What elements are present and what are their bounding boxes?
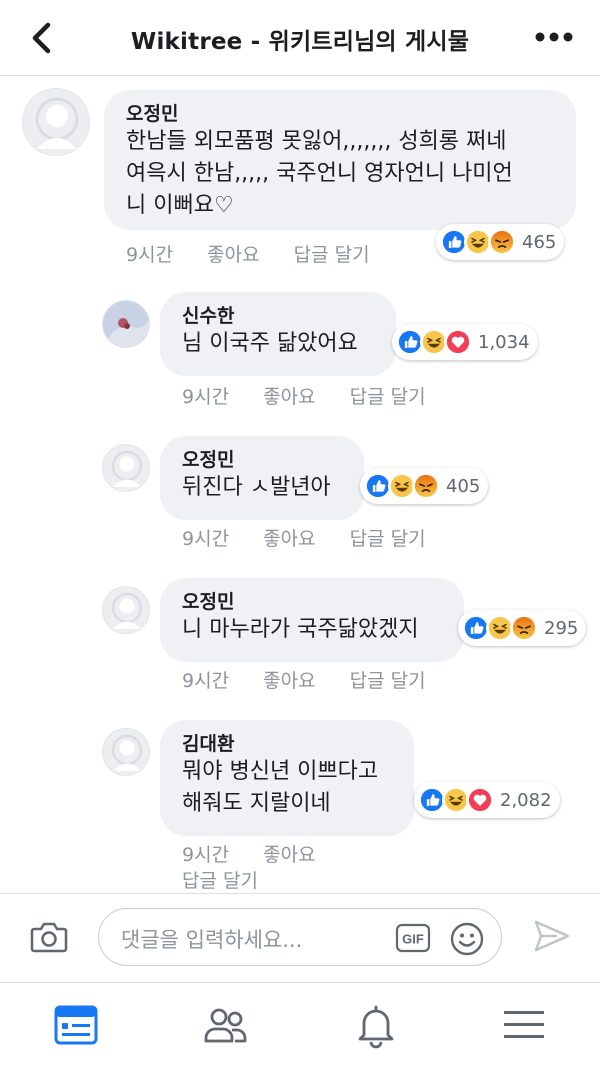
- emoji-button[interactable]: [449, 921, 485, 957]
- reply-link[interactable]: 답글 달기: [182, 866, 258, 893]
- tab-notifications[interactable]: [352, 1001, 400, 1049]
- comment-actions: 9시간 좋아요: [182, 840, 344, 867]
- reaction-summary[interactable]: 2,082: [414, 782, 560, 818]
- comment-author[interactable]: 김대환: [182, 732, 394, 756]
- default-avatar-icon: [103, 729, 149, 775]
- tab-news-feed[interactable]: [52, 1001, 100, 1049]
- gif-button[interactable]: GIF: [395, 923, 431, 953]
- send-icon: [534, 920, 570, 952]
- bottom-tab-bar: [0, 982, 600, 1065]
- reply-comment: 김대환 뭐야 병신년 이쁘다고 해줘도 지랄이네 9시간 좋아요 답글 달기 2…: [0, 0, 600, 892]
- gif-label: GIF: [402, 932, 424, 947]
- tab-menu[interactable]: [500, 1001, 548, 1049]
- tab-friends[interactable]: [202, 1001, 250, 1049]
- smiley-icon: [450, 922, 484, 956]
- gif-icon: GIF: [395, 923, 431, 953]
- comment-composer: 댓글을 입력하세요... GIF: [0, 893, 600, 981]
- send-button[interactable]: [532, 916, 572, 956]
- reaction-count: 2,082: [500, 789, 552, 811]
- avatar[interactable]: [102, 728, 150, 776]
- news-feed-icon: [54, 1005, 98, 1045]
- camera-button[interactable]: [30, 920, 68, 954]
- comment-input[interactable]: 댓글을 입력하세요... GIF: [98, 908, 502, 966]
- love-reaction-icon: [466, 786, 494, 814]
- notifications-icon: [358, 1005, 394, 1049]
- friends-icon: [204, 1008, 247, 1043]
- comment-input-placeholder: 댓글을 입력하세요...: [121, 928, 303, 952]
- menu-icon: [504, 1011, 544, 1038]
- comment-time: 9시간: [182, 844, 230, 866]
- comment-actions-wrap: 답글 달기: [182, 866, 286, 893]
- comment-text: 뭐야 병신년 이쁘다고 해줘도 지랄이네: [182, 759, 379, 816]
- comment-bubble[interactable]: 김대환 뭐야 병신년 이쁘다고 해줘도 지랄이네: [160, 720, 414, 836]
- like-link[interactable]: 좋아요: [263, 840, 315, 867]
- camera-icon: [30, 922, 68, 953]
